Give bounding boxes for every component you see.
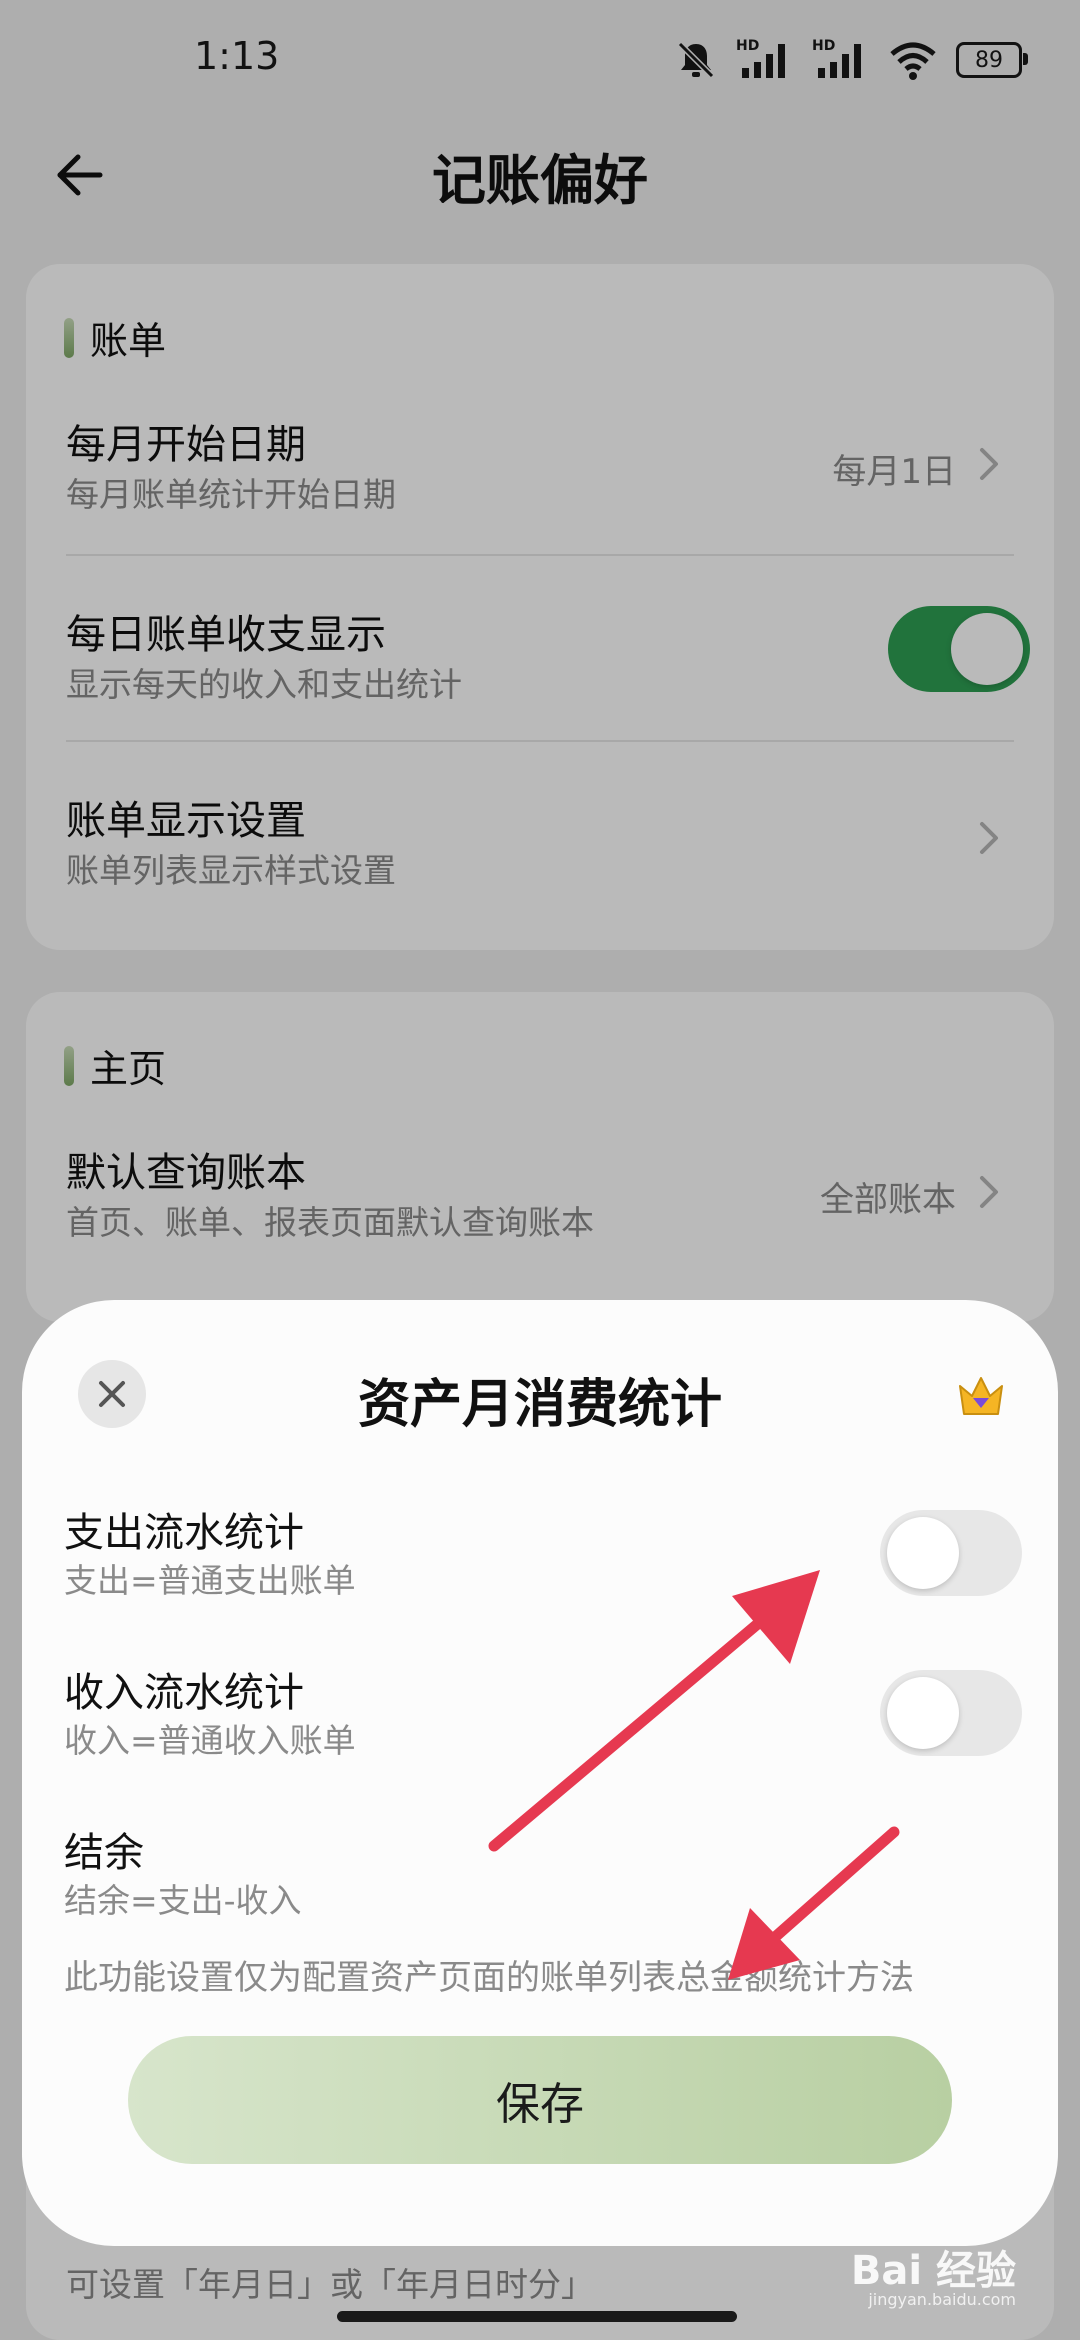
home-indicator[interactable] <box>337 2311 737 2322</box>
sheet-note: 此功能设置仅为配置资产页面的账单列表总金额统计方法 <box>64 1958 914 1998</box>
row-subtitle: 结余=支出-收入 <box>64 1881 302 1920</box>
row-subtitle: 支出=普通支出账单 <box>64 1561 356 1600</box>
toggle-knob <box>887 1517 959 1589</box>
balance-row: 结余 结余=支出-收入 <box>64 1820 1016 1930</box>
expense-flow-stats-toggle[interactable] <box>880 1510 1022 1596</box>
expense-flow-stats-row: 支出流水统计 支出=普通支出账单 <box>64 1500 1022 1610</box>
save-button[interactable]: 保存 <box>128 2036 952 2164</box>
row-title: 结余 <box>64 1830 144 1876</box>
income-flow-stats-row: 收入流水统计 收入=普通收入账单 <box>64 1660 1022 1770</box>
watermark-logo: Bai 经验 <box>850 2248 1016 2294</box>
watermark-url: jingyan.baidu.com <box>868 2290 1016 2309</box>
asset-monthly-stats-sheet: 资产月消费统计 支出流水统计 支出=普通支出账单 收入流水统计 收入=普通收入账… <box>22 1300 1058 2246</box>
row-subtitle: 收入=普通收入账单 <box>64 1721 356 1760</box>
vip-crown-icon <box>959 1377 1003 1415</box>
sheet-title: 资产月消费统计 <box>357 1375 722 1435</box>
toggle-knob <box>887 1677 959 1749</box>
income-flow-stats-toggle[interactable] <box>880 1670 1022 1756</box>
row-title: 收入流水统计 <box>64 1670 304 1716</box>
row-title: 支出流水统计 <box>64 1510 304 1556</box>
